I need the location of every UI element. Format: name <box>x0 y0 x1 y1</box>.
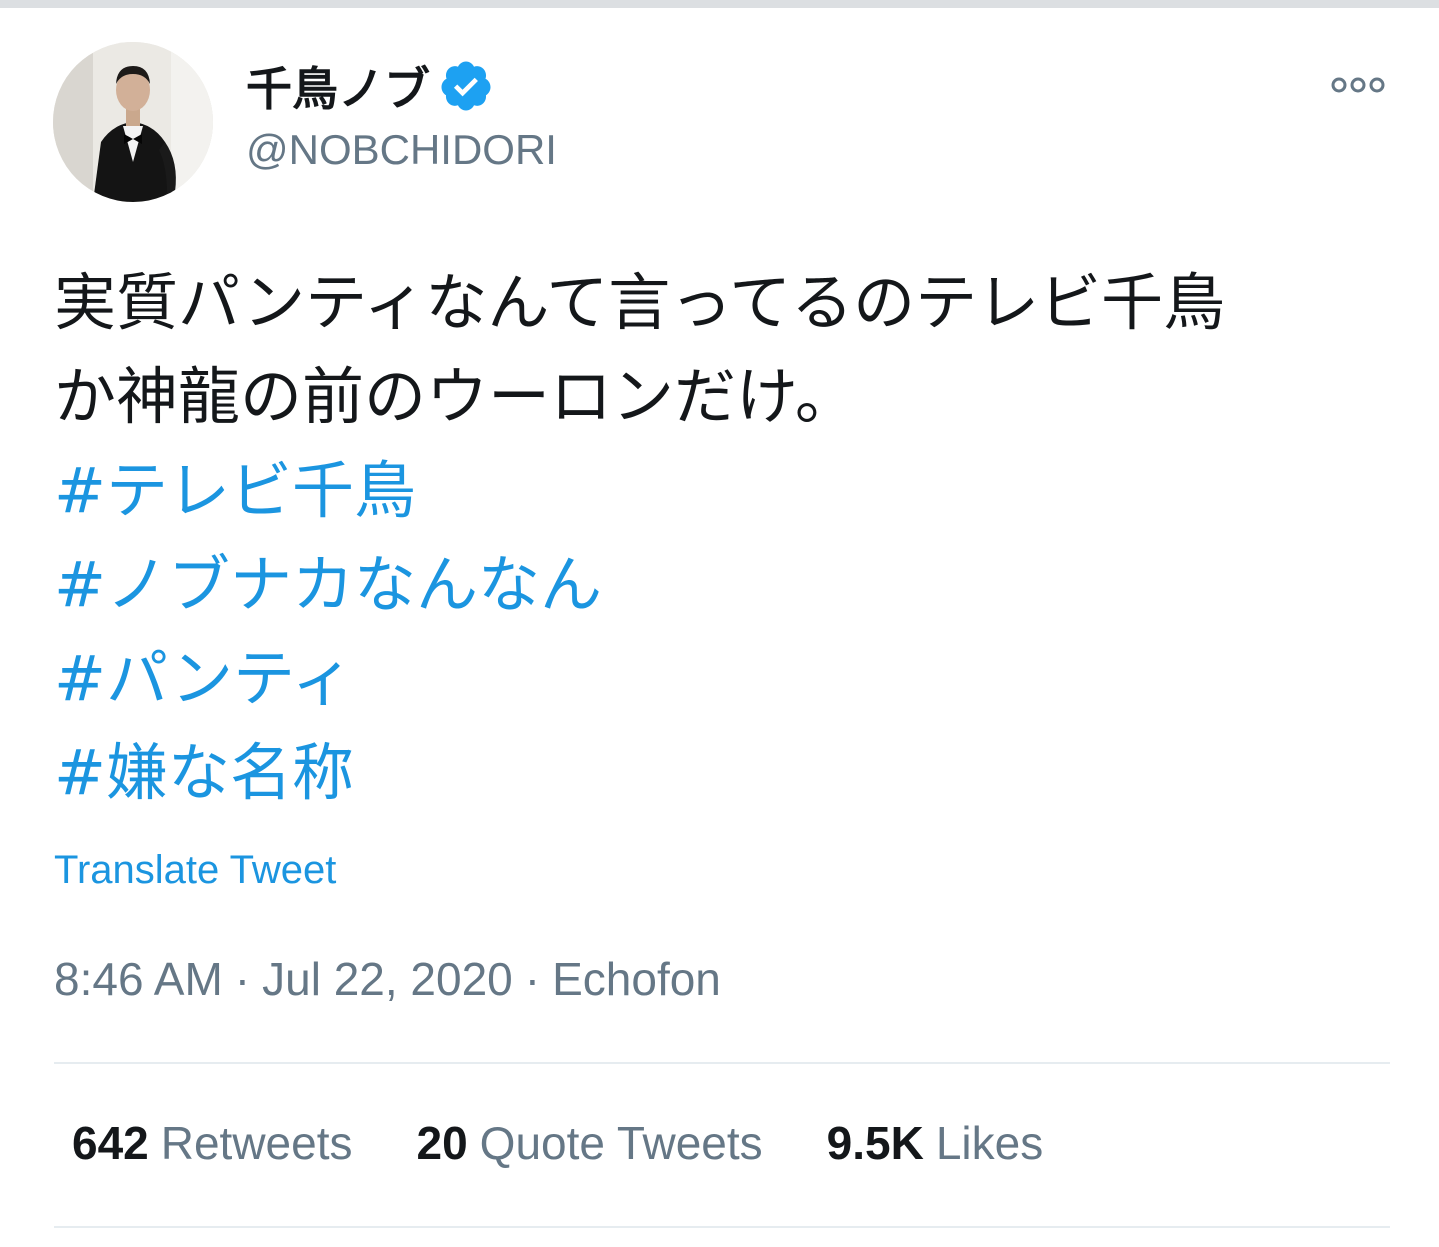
more-options-button[interactable] <box>1326 68 1390 102</box>
tweet-metadata: 8:46 AM · Jul 22, 2020 · Echofon <box>54 952 721 1006</box>
top-border <box>0 0 1439 8</box>
tweet-detail-page: 千鳥ノブ @NOBCHIDORI 実質パンティなんて言ってるのテレビ千鳥 か神龍… <box>0 0 1439 1247</box>
tweet-time[interactable]: 8:46 AM <box>54 953 223 1005</box>
retweets-label: Retweets <box>160 1117 353 1169</box>
translate-tweet-link[interactable]: Translate Tweet <box>54 848 336 893</box>
divider <box>54 1226 1390 1228</box>
tweet-date[interactable]: Jul 22, 2020 <box>262 953 513 1005</box>
hashtag-link[interactable]: #ノブナカなんなん <box>54 538 1414 632</box>
quote-tweets-count: 20 <box>416 1117 468 1169</box>
likes-stat[interactable]: 9.5K Likes <box>827 1116 1044 1170</box>
avatar[interactable] <box>53 42 213 202</box>
more-options-icon <box>1331 77 1385 93</box>
user-handle[interactable]: @NOBCHIDORI <box>246 126 557 174</box>
tweet-line: か神龍の前のウーロンだけ。 <box>54 360 857 433</box>
tweet-source[interactable]: Echofon <box>552 953 721 1005</box>
retweets-stat[interactable]: 642 Retweets <box>72 1116 353 1170</box>
verified-badge-icon <box>441 61 491 111</box>
avatar-photo-icon <box>53 42 213 202</box>
hashtag-link[interactable]: #テレビ千鳥 <box>54 444 1414 538</box>
divider <box>54 1062 1390 1064</box>
tweet-line: 実質パンティなんて言ってるのテレビ千鳥 <box>54 266 1226 339</box>
tweet-text: 実質パンティなんて言ってるのテレビ千鳥 か神龍の前のウーロンだけ。 #テレビ千鳥… <box>54 256 1414 820</box>
likes-label: Likes <box>935 1117 1044 1169</box>
meta-separator: · <box>234 953 251 1005</box>
quote-tweets-stat[interactable]: 20 Quote Tweets <box>417 1116 763 1170</box>
tweet-stats: 642 Retweets 20 Quote Tweets 9.5K Likes <box>72 1116 1043 1170</box>
display-name[interactable]: 千鳥ノブ <box>246 56 494 116</box>
quote-tweets-label: Quote Tweets <box>479 1117 763 1169</box>
display-name-text: 千鳥ノブ <box>246 62 430 116</box>
hashtag-link[interactable]: #パンティ <box>54 632 1414 726</box>
meta-separator: · <box>524 953 541 1005</box>
retweets-count: 642 <box>72 1117 149 1169</box>
hashtag-link[interactable]: #嫌な名称 <box>54 726 1414 820</box>
likes-count: 9.5K <box>826 1117 924 1169</box>
